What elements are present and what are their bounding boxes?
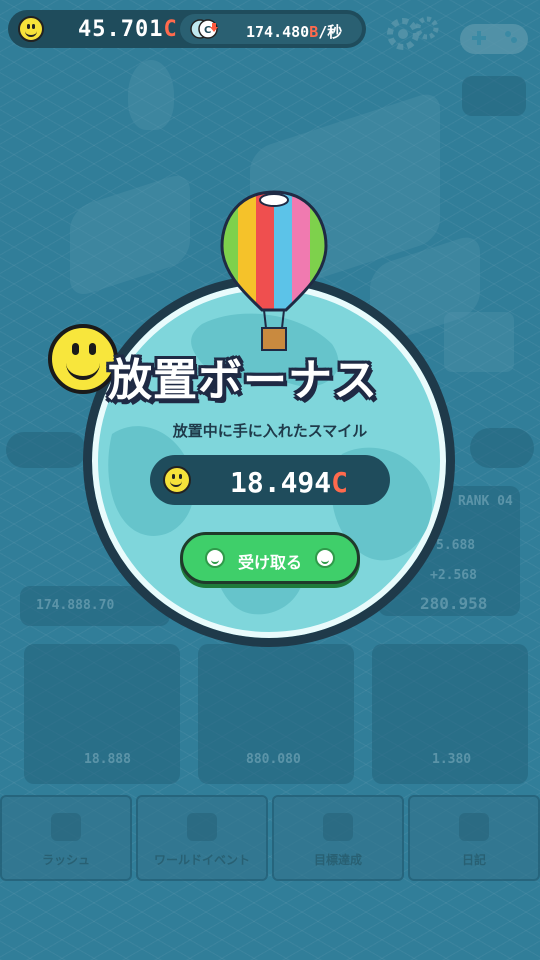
reward-unit: C (331, 466, 349, 499)
rate-suffix: /秒 (318, 23, 343, 41)
modal-subtitle: 放置中に手に入れたスマイル (172, 422, 368, 440)
reward-amount: 18.494C (230, 466, 348, 499)
hot-air-balloon-icon (220, 190, 328, 351)
coin-unit: C (163, 17, 178, 42)
income-rate: 174.480B/秒 (246, 21, 342, 42)
reward-value: 18.494 (230, 466, 332, 499)
coin-balance: 45.701C (78, 17, 178, 42)
coin-value: 45.701 (78, 17, 164, 42)
settings-icon[interactable] (385, 14, 441, 54)
boost-coin-icon[interactable]: C (190, 18, 220, 40)
smile-icon (315, 548, 335, 568)
rate-unit: B (309, 23, 319, 41)
claim-button[interactable]: 受け取る (180, 532, 360, 584)
gamepad-icon[interactable] (458, 18, 530, 58)
smile-coin-icon (163, 466, 191, 494)
svg-text:C: C (204, 25, 211, 36)
rate-value: 174.480 (246, 23, 310, 41)
smile-coin-icon (18, 16, 44, 42)
modal-title: 放置ボーナス (108, 355, 378, 406)
